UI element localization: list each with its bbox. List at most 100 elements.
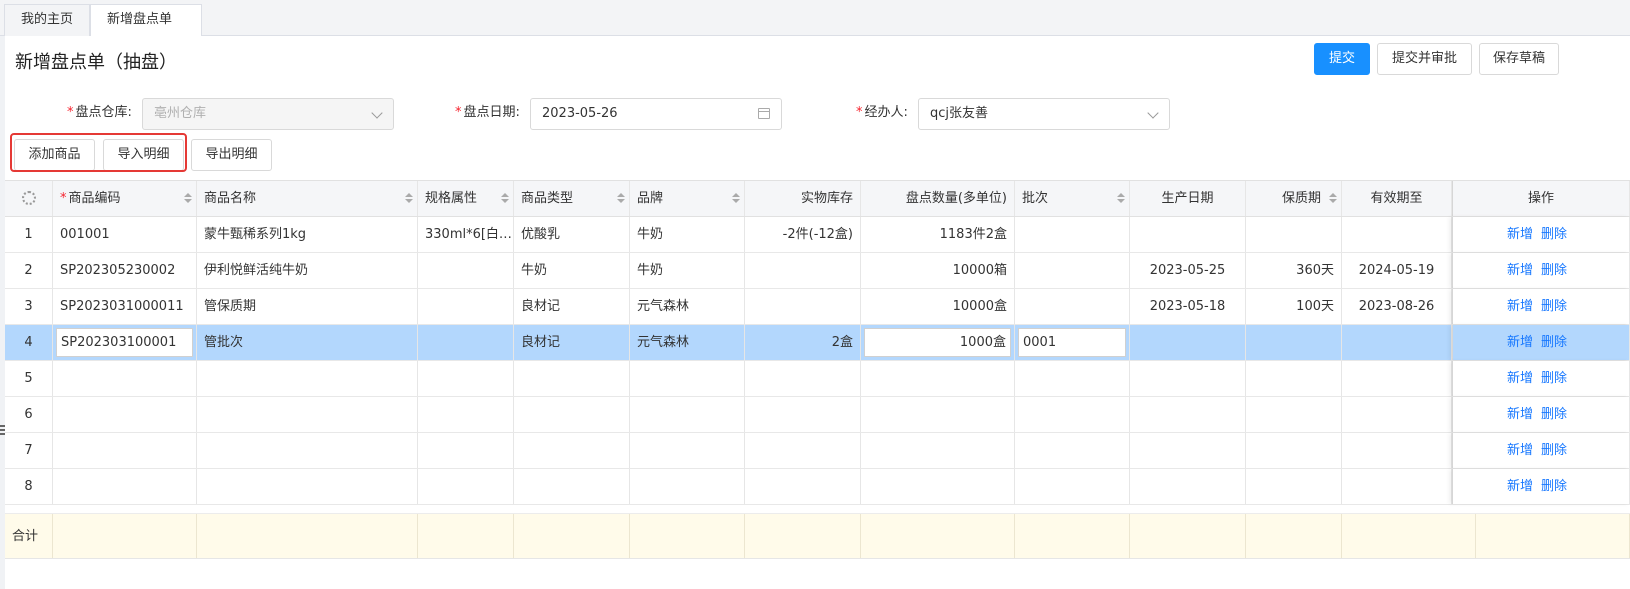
cell-brand: 元气森林 xyxy=(630,325,745,360)
row-add-link[interactable]: 新增 xyxy=(1507,299,1533,314)
row-actions: 新增 删除 xyxy=(1452,469,1630,504)
cell-spec xyxy=(418,253,514,288)
cell-prod-date xyxy=(1130,217,1246,252)
cell-qty: 10000盒 xyxy=(861,289,1015,324)
page-title: 新增盘点单（抽盘） xyxy=(15,52,177,73)
date-label: * 盘点日期: xyxy=(455,105,520,120)
tab-new-inventory-label: 新增盘点单 xyxy=(107,12,173,27)
cell-prod-date xyxy=(1130,325,1246,360)
date-picker[interactable]: 2023-05-26 xyxy=(530,98,782,130)
submit-button[interactable]: 提交 xyxy=(1314,43,1370,75)
cell-shelf xyxy=(1246,217,1342,252)
cell-expire xyxy=(1342,433,1452,468)
cell-qty xyxy=(861,397,1015,432)
table-row[interactable]: 2 SP202305230002 伊利悦鲜活纯牛奶 牛奶 牛奶 10000箱 2023-05… xyxy=(5,253,1630,289)
tab-new-inventory[interactable]: 新增盘点单× xyxy=(90,4,202,58)
cell-input-qty[interactable]: 1000盒 xyxy=(864,328,1011,357)
cell-batch xyxy=(1015,433,1130,468)
row-delete-link[interactable]: 删除 xyxy=(1541,371,1567,386)
row-delete-link[interactable]: 删除 xyxy=(1541,299,1567,314)
header-prod-date: 生产日期 xyxy=(1130,181,1246,216)
row-actions: 新增 删除 xyxy=(1452,397,1630,432)
cell-batch xyxy=(1015,469,1130,504)
row-add-link[interactable]: 新增 xyxy=(1507,263,1533,278)
cell-batch xyxy=(1015,217,1130,252)
tab-home[interactable]: 我的主页 xyxy=(4,4,90,36)
cell-name: 蒙牛甄稀系列1kg xyxy=(197,217,418,252)
row-actions: 新增 删除 xyxy=(1452,289,1630,324)
cell-code: SP202303100001 xyxy=(53,325,197,360)
row-add-link[interactable]: 新增 xyxy=(1507,407,1533,422)
cell-type xyxy=(514,433,630,468)
drag-handle-icon[interactable] xyxy=(0,423,5,443)
header-expire: 有效期至 xyxy=(1342,181,1452,216)
table-row[interactable]: 7 新增 删除 xyxy=(5,433,1630,469)
cell-prod-date xyxy=(1130,469,1246,504)
row-add-link[interactable]: 新增 xyxy=(1507,479,1533,494)
row-add-link[interactable]: 新增 xyxy=(1507,371,1533,386)
row-delete-link[interactable]: 删除 xyxy=(1541,335,1567,350)
row-delete-link[interactable]: 删除 xyxy=(1541,443,1567,458)
header-name[interactable]: 商品名称 xyxy=(197,181,418,216)
cell-qty: 10000箱 xyxy=(861,253,1015,288)
header-shelf[interactable]: 保质期 xyxy=(1246,181,1342,216)
table-row[interactable]: 8 新增 删除 xyxy=(5,469,1630,505)
cell-expire xyxy=(1342,361,1452,396)
cell-code xyxy=(53,397,197,432)
cell-name: 管批次 xyxy=(197,325,418,360)
cell-name: 管保质期 xyxy=(197,289,418,324)
row-delete-link[interactable]: 删除 xyxy=(1541,407,1567,422)
table-row[interactable]: 1 001001 蒙牛甄稀系列1kg 330ml*6[白… 优酸乳 牛奶 -2件(-12盒)… xyxy=(5,217,1630,253)
table-row[interactable]: 5 新增 删除 xyxy=(5,361,1630,397)
cell-code xyxy=(53,469,197,504)
save-draft-button[interactable]: 保存草稿 xyxy=(1479,43,1559,75)
cell-spec xyxy=(418,397,514,432)
warehouse-value: 亳州仓库 xyxy=(154,106,207,121)
cell-prod-date: 2023-05-25 xyxy=(1130,253,1246,288)
warehouse-label: * 盘点仓库: xyxy=(67,105,132,120)
row-delete-link[interactable]: 删除 xyxy=(1541,479,1567,494)
export-detail-button[interactable]: 导出明细 xyxy=(191,139,272,171)
cell-type: 良材记 xyxy=(514,325,630,360)
cell-brand xyxy=(630,433,745,468)
header-code[interactable]: * 商品编码 xyxy=(53,181,197,216)
header-type[interactable]: 商品类型 xyxy=(514,181,630,216)
chevron-down-icon xyxy=(371,107,383,119)
header-brand[interactable]: 品牌 xyxy=(630,181,745,216)
header-batch[interactable]: 批次 xyxy=(1015,181,1130,216)
row-add-link[interactable]: 新增 xyxy=(1507,335,1533,350)
row-delete-link[interactable]: 删除 xyxy=(1541,227,1567,242)
column-settings[interactable] xyxy=(5,181,53,216)
row-add-link[interactable]: 新增 xyxy=(1507,443,1533,458)
row-actions: 新增 删除 xyxy=(1452,433,1630,468)
gear-icon xyxy=(21,191,36,205)
row-delete-link[interactable]: 删除 xyxy=(1541,263,1567,278)
table-row[interactable]: 6 新增 删除 xyxy=(5,397,1630,433)
cell-input-batch[interactable]: 0001 xyxy=(1018,328,1126,357)
cell-type xyxy=(514,469,630,504)
row-actions: 新增 删除 xyxy=(1452,217,1630,252)
handler-select[interactable]: qcj张友善 xyxy=(918,98,1170,130)
cell-shelf: 360天 xyxy=(1246,253,1342,288)
cell-qty: 1183件2盒 xyxy=(861,217,1015,252)
cell-batch xyxy=(1015,289,1130,324)
cell-stock: 2盒 xyxy=(745,325,861,360)
cell-name xyxy=(197,397,418,432)
cell-expire xyxy=(1342,397,1452,432)
cell-brand xyxy=(630,397,745,432)
cell-qty: 1000盒 xyxy=(861,325,1015,360)
chevron-down-icon xyxy=(1147,107,1159,119)
cell-stock xyxy=(745,253,861,288)
cell-input-code[interactable]: SP202303100001 xyxy=(56,328,193,357)
submit-approve-button[interactable]: 提交并审批 xyxy=(1377,43,1472,75)
cell-qty xyxy=(861,433,1015,468)
row-add-link[interactable]: 新增 xyxy=(1507,227,1533,242)
cell-stock xyxy=(745,469,861,504)
table-row[interactable]: 4 SP202303100001 管批次 良材记 元气森林 2盒 1000盒 0001 新增 删除 xyxy=(5,325,1630,361)
calendar-icon xyxy=(758,108,770,119)
header-spec[interactable]: 规格属性 xyxy=(418,181,514,216)
warehouse-select[interactable]: 亳州仓库 xyxy=(142,98,394,130)
cell-prod-date: 2023-05-18 xyxy=(1130,289,1246,324)
table-row[interactable]: 3 SP2023031000011 管保质期 良材记 元气森林 10000盒 2023-05… xyxy=(5,289,1630,325)
table-footer: 合计 xyxy=(5,513,1630,559)
